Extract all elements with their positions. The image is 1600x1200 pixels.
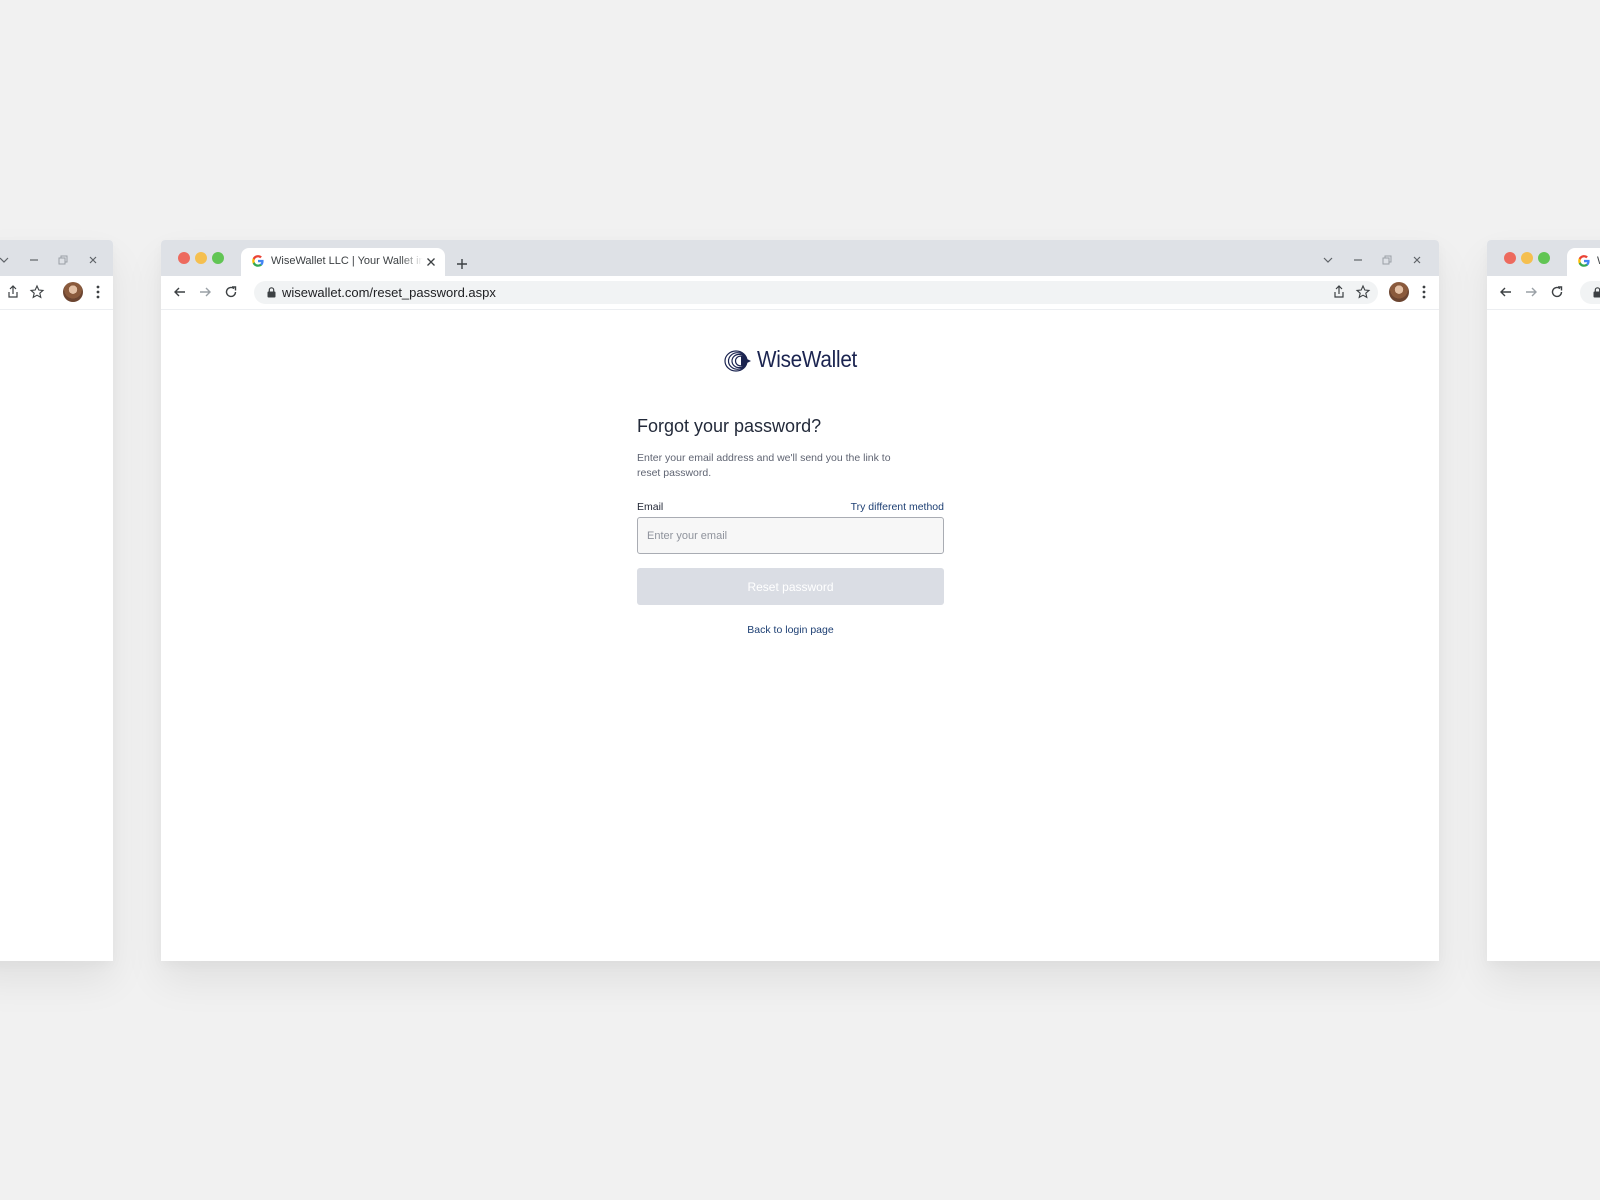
tabstrip: WiseWallet LLC | Your Wallet in Safe Han… bbox=[161, 240, 1439, 276]
page-content: WiseWallet Forgot your password? Enter y… bbox=[161, 310, 1439, 961]
close-icon[interactable] bbox=[87, 254, 99, 266]
forward-arrow-icon[interactable] bbox=[197, 284, 213, 300]
brand-logo[interactable]: WiseWallet bbox=[723, 346, 863, 376]
lock-icon bbox=[1593, 287, 1600, 298]
reset-password-button[interactable]: Reset password bbox=[637, 568, 944, 605]
close-window-dot[interactable] bbox=[178, 252, 190, 264]
left-browser-window bbox=[0, 240, 113, 961]
tab-title: WiseWallet LLC | Your Wallet in Safe Han… bbox=[271, 255, 423, 267]
minimize-icon[interactable] bbox=[28, 254, 40, 266]
reload-icon[interactable] bbox=[1549, 284, 1565, 300]
google-icon bbox=[252, 255, 264, 267]
restore-icon[interactable] bbox=[1381, 254, 1393, 266]
try-different-method-link[interactable]: Try different method bbox=[851, 501, 944, 513]
description-text: Enter your email address and we'll send … bbox=[637, 452, 891, 479]
share-icon[interactable] bbox=[1331, 284, 1347, 300]
new-tab-button[interactable] bbox=[455, 257, 469, 271]
zoom-window-dot[interactable] bbox=[1538, 252, 1550, 264]
right-browser-window: W bbox=[1487, 240, 1600, 961]
restore-icon[interactable] bbox=[57, 254, 69, 266]
kebab-menu-icon[interactable] bbox=[1422, 284, 1426, 300]
kebab-menu-icon[interactable] bbox=[96, 284, 100, 300]
minimize-window-dot[interactable] bbox=[1521, 252, 1533, 264]
email-field[interactable] bbox=[637, 517, 944, 554]
star-icon[interactable] bbox=[1355, 284, 1371, 300]
wallet-logo-icon bbox=[724, 350, 751, 372]
star-icon[interactable] bbox=[29, 284, 45, 300]
lock-icon bbox=[267, 287, 276, 298]
right-active-tab[interactable]: W bbox=[1567, 248, 1600, 276]
address-bar[interactable]: wisewallet.com/reset_password.aspx bbox=[254, 281, 1378, 304]
close-window-icon[interactable] bbox=[1411, 254, 1423, 266]
minimize-icon[interactable] bbox=[1352, 254, 1364, 266]
left-toolbar bbox=[0, 276, 113, 310]
google-icon bbox=[1578, 255, 1590, 267]
forward-arrow-icon[interactable] bbox=[1523, 284, 1539, 300]
toolbar: wisewallet.com/reset_password.aspx bbox=[161, 276, 1439, 310]
back-arrow-icon[interactable] bbox=[172, 284, 188, 300]
right-tabstrip: W bbox=[1487, 240, 1600, 276]
zoom-window-dot[interactable] bbox=[212, 252, 224, 264]
right-toolbar bbox=[1487, 276, 1600, 310]
address-bar[interactable] bbox=[1580, 281, 1600, 304]
avatar[interactable] bbox=[63, 282, 83, 302]
page-title: Forgot your password? bbox=[637, 416, 822, 436]
desktop-stage: WiseWallet LLC | Your Wallet in Safe Han… bbox=[0, 0, 1600, 1200]
avatar[interactable] bbox=[1389, 282, 1409, 302]
back-to-login-link[interactable]: Back to login page bbox=[637, 624, 944, 636]
main-browser-window: WiseWallet LLC | Your Wallet in Safe Han… bbox=[161, 240, 1439, 961]
share-icon[interactable] bbox=[5, 284, 21, 300]
email-label: Email bbox=[637, 501, 664, 513]
logo-text: WiseWallet bbox=[757, 346, 858, 372]
left-tabstrip bbox=[0, 240, 113, 276]
close-window-dot[interactable] bbox=[1504, 252, 1516, 264]
chevron-down-icon[interactable] bbox=[1322, 254, 1334, 266]
close-icon[interactable] bbox=[425, 256, 437, 268]
back-arrow-icon[interactable] bbox=[1498, 284, 1514, 300]
reload-icon[interactable] bbox=[223, 284, 239, 300]
url-text: wisewallet.com/reset_password.aspx bbox=[282, 285, 496, 300]
minimize-window-dot[interactable] bbox=[195, 252, 207, 264]
chevron-down-icon[interactable] bbox=[0, 254, 10, 266]
active-tab[interactable]: WiseWallet LLC | Your Wallet in Safe Han… bbox=[241, 248, 445, 276]
